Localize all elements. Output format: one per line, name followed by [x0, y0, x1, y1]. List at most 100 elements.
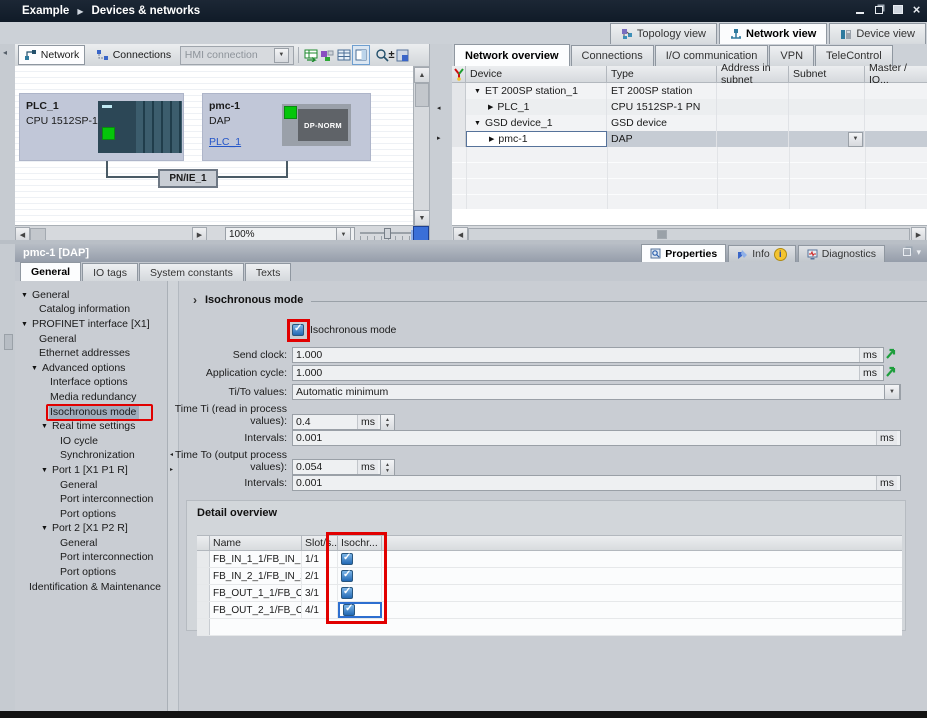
row-selector[interactable]	[452, 131, 466, 147]
col-subnet[interactable]: Subnet	[789, 66, 865, 83]
maximize-button[interactable]	[891, 3, 904, 16]
tab-connections[interactable]: Connections	[571, 45, 654, 66]
minimize-button[interactable]	[853, 3, 866, 16]
breadcrumb-project[interactable]: Example	[22, 5, 69, 17]
overview-hscrollbar[interactable]: ◀ ▶	[452, 225, 927, 241]
device-cell[interactable]: ▶PLC_1	[466, 99, 607, 115]
network-canvas[interactable]: PN/IE_1 PLC_1 CPU 1512SP-1 PN pmc-1 DAP …	[15, 66, 413, 225]
overview-row-plc-1[interactable]: ▶PLC_1CPU 1512SP-1 PN	[452, 99, 927, 115]
tree-splitter[interactable]: ◂ ▸	[168, 281, 179, 711]
panel-collapse-icon[interactable]: ▾	[916, 247, 921, 258]
tree-item-general[interactable]: ▼General	[15, 288, 167, 303]
expand-icon[interactable]: ▶	[489, 135, 494, 143]
columns-view-button[interactable]	[352, 45, 370, 65]
row-selector[interactable]	[452, 115, 466, 131]
show-addresses-button[interactable]	[319, 46, 335, 64]
tree-item-port-interconnection[interactable]: Port interconnection	[15, 551, 167, 566]
splitter-grip[interactable]	[4, 334, 13, 350]
detail-row-fb-in-2-1-fb-in-2[interactable]: FB_IN_2_1/FB_IN_22/1	[197, 568, 902, 585]
expand-icon[interactable]: ▼	[474, 88, 481, 95]
col-master[interactable]: Master / IO...	[865, 66, 927, 83]
restore-button[interactable]	[872, 3, 885, 16]
tito-values-dropdown[interactable]: Automatic minimum	[292, 384, 901, 400]
device-plc1[interactable]: PLC_1 CPU 1512SP-1 PN	[19, 93, 184, 161]
detail-row-fb-out-2-1-fb-o[interactable]: FB_OUT_2_1/FB_O...4/1	[197, 602, 902, 619]
tree-item-identification-maintenance[interactable]: Identification & Maintenance	[15, 580, 167, 595]
device-cell[interactable]: ▶pmc-1	[466, 131, 607, 147]
send-clock-field[interactable]: 1.000 ms	[292, 347, 884, 363]
device-cell[interactable]: ▼ET 200SP station_1	[466, 83, 607, 99]
time-to-field[interactable]: 0.054 ms	[292, 459, 382, 475]
close-button[interactable]	[910, 3, 923, 16]
detail-row-fb-out-1-1-fb-o[interactable]: FB_OUT_1_1/FB_O...3/1	[197, 585, 902, 602]
tab-system-constants[interactable]: System constants	[139, 263, 244, 281]
collapse-right-icon[interactable]: ▸	[437, 134, 441, 142]
tab-properties[interactable]: Properties	[641, 244, 726, 262]
tree-expand-icon[interactable]: ▼	[41, 525, 48, 532]
tree-expand-icon[interactable]: ▼	[21, 321, 28, 328]
overview-row-et-200sp-station-1[interactable]: ▼ET 200SP station_1ET 200SP station	[452, 83, 927, 99]
scroll-thumb[interactable]	[415, 83, 429, 107]
subnet-cell[interactable]	[789, 83, 865, 99]
col-type[interactable]: Type	[607, 66, 717, 83]
dropdown-icon[interactable]	[884, 384, 900, 400]
goto-link-icon[interactable]	[884, 364, 898, 379]
subnet-cell[interactable]	[789, 131, 865, 147]
expand-icon[interactable]: ▶	[488, 103, 493, 111]
col-address[interactable]: Address in subnet	[717, 66, 789, 83]
expand-icon[interactable]: ▼	[474, 120, 481, 127]
scroll-down-icon[interactable]: ▼	[414, 210, 430, 226]
row-selector[interactable]	[197, 585, 210, 601]
tree-item-port-options[interactable]: Port options	[15, 565, 167, 580]
tree-item-port-1-x1-p1-r[interactable]: ▼Port 1 [X1 P1 R]	[15, 463, 167, 478]
connections-mode-button[interactable]: Connections	[91, 46, 176, 64]
connection-type-combobox[interactable]: HMI connection	[180, 46, 294, 65]
page-settings-button[interactable]	[395, 46, 411, 64]
tree-item-isochronous-mode[interactable]: Isochronous mode	[15, 405, 167, 420]
col-name[interactable]: Name	[210, 535, 302, 551]
tab-network-overview[interactable]: Network overview	[454, 44, 570, 66]
profinet-port-green[interactable]	[284, 106, 297, 119]
tree-item-port-options[interactable]: Port options	[15, 507, 167, 522]
combobox-dropdown-icon[interactable]	[274, 48, 289, 63]
subnet-cell[interactable]	[789, 115, 865, 131]
scroll-up-icon[interactable]: ▲	[414, 67, 430, 83]
overview-row-gsd-device-1[interactable]: ▼GSD device_1GSD device	[452, 115, 927, 131]
panel-restore-button[interactable]	[902, 247, 912, 257]
detail-row-fb-in-1-1-fb-in-1[interactable]: FB_IN_1_1/FB_IN_11/1	[197, 551, 902, 568]
subnet-cell[interactable]	[789, 99, 865, 115]
zoom-slider-knob[interactable]	[384, 228, 391, 239]
tab-topology-view[interactable]: Topology view	[610, 23, 717, 44]
network-mode-button[interactable]: Network	[18, 45, 86, 65]
tree-item-general[interactable]: General	[15, 536, 167, 551]
collapse-left-icon[interactable]: ◂	[437, 104, 441, 112]
relations-toggle-button[interactable]	[303, 46, 319, 64]
tree-item-port-interconnection[interactable]: Port interconnection	[15, 492, 167, 507]
row-selector[interactable]	[197, 568, 210, 584]
tree-item-profinet-interface-x1[interactable]: ▼PROFINET interface [X1]	[15, 317, 167, 332]
tab-texts[interactable]: Texts	[245, 263, 292, 281]
subnet-dropdown-icon[interactable]	[848, 132, 863, 147]
intervals-to-field[interactable]: 0.001 ms	[292, 475, 901, 491]
col-device[interactable]: Device	[466, 66, 607, 83]
tree-expand-icon[interactable]: ▼	[41, 467, 48, 474]
assigned-controller-link[interactable]: PLC_1	[209, 136, 241, 148]
tree-expand-icon[interactable]: ▼	[41, 423, 48, 430]
tab-info[interactable]: Info i	[728, 245, 796, 262]
tree-item-catalog-information[interactable]: Catalog information	[15, 303, 167, 318]
fit-to-view-button[interactable]	[413, 226, 429, 241]
profinet-port-green[interactable]	[102, 127, 115, 140]
tree-expand-icon[interactable]: ▼	[21, 292, 28, 299]
time-ti-field[interactable]: 0.4 ms	[292, 414, 382, 430]
tab-general[interactable]: General	[20, 262, 81, 281]
device-cell[interactable]: ▼GSD device_1	[466, 115, 607, 131]
tree-item-general[interactable]: General	[15, 332, 167, 347]
tab-io-tags[interactable]: IO tags	[82, 263, 138, 281]
application-cycle-field[interactable]: 1.000 ms	[292, 365, 884, 381]
row-selector[interactable]	[197, 551, 210, 567]
subnet-label[interactable]: PN/IE_1	[158, 169, 218, 188]
intervals-ti-field[interactable]: 0.001 ms	[292, 430, 901, 446]
goto-link-icon[interactable]	[884, 346, 898, 361]
table-grid-button[interactable]	[336, 46, 352, 64]
tree-expand-icon[interactable]: ▼	[31, 365, 38, 372]
